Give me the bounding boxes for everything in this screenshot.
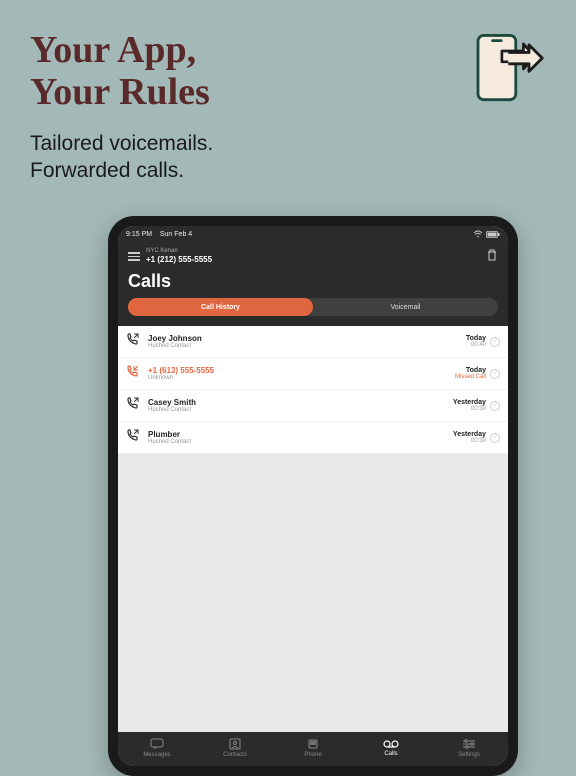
call-row[interactable]: +1 (613) 555-5555 Unknown Today Missed C… — [118, 358, 508, 390]
nav-messages[interactable]: Messages — [118, 738, 196, 758]
nav-contacts[interactable]: Contacts — [196, 738, 274, 758]
status-right — [473, 230, 500, 238]
call-name: Joey Johnson — [148, 334, 458, 343]
messages-icon — [150, 738, 164, 750]
battery-icon — [486, 231, 500, 238]
hero-sub-line2: Forwarded calls. — [30, 159, 184, 182]
nav-label: Settings — [458, 752, 480, 758]
nav-settings[interactable]: Settings — [430, 738, 508, 758]
call-row[interactable]: Plumber Hushed Contact Yesterday 00:30 i — [118, 422, 508, 454]
info-icon[interactable]: i — [490, 401, 500, 411]
page-title: Calls — [128, 271, 498, 292]
call-name: Casey Smith — [148, 398, 445, 407]
contacts-icon — [229, 738, 241, 750]
call-row[interactable]: Joey Johnson Hushed Contact Today 00:40 … — [118, 326, 508, 358]
call-date: Yesterday — [453, 431, 486, 438]
call-row[interactable]: Casey Smith Hushed Contact Yesterday 00:… — [118, 390, 508, 422]
tablet-screen: 9:15 PM Sun Feb 4 NYC Kenan +1 (212) 555… — [118, 226, 508, 766]
phone-forward-icon — [461, 26, 546, 116]
status-date: Sun Feb 4 — [160, 231, 192, 238]
nav-label: Messages — [143, 752, 170, 758]
tab-bar: Call History Voicemail — [128, 298, 498, 316]
nav-calls[interactable]: Calls — [352, 739, 430, 757]
nav-label: Contacts — [223, 752, 247, 758]
hero-title-line1: Your App, — [30, 29, 196, 71]
bottom-nav: Messages Contacts Phone Calls Settings — [118, 732, 508, 766]
hero-title-line2: Your Rules — [30, 71, 210, 113]
call-sub: Hushed Contact — [148, 343, 458, 349]
phone-icon — [307, 738, 319, 750]
outgoing-call-icon — [126, 332, 140, 351]
status-time: 9:15 PM — [126, 231, 152, 238]
call-duration: Missed Call — [455, 374, 486, 380]
hamburger-menu-icon[interactable] — [128, 252, 140, 261]
tablet-frame: 9:15 PM Sun Feb 4 NYC Kenan +1 (212) 555… — [108, 216, 518, 776]
outgoing-call-icon — [126, 428, 140, 447]
voicemail-icon — [383, 739, 399, 749]
call-sub: Hushed Contact — [148, 407, 445, 413]
tab-voicemail[interactable]: Voicemail — [313, 298, 498, 316]
call-date: Today — [466, 335, 486, 342]
wifi-icon — [473, 230, 483, 238]
empty-area — [118, 454, 508, 732]
info-icon[interactable]: i — [490, 337, 500, 347]
hero-subtitle: Tailored voicemails. Forwarded calls. — [30, 130, 546, 185]
trash-icon[interactable] — [486, 248, 498, 267]
tab-call-history[interactable]: Call History — [128, 298, 313, 316]
missed-call-icon — [126, 364, 140, 383]
call-date: Today — [455, 367, 486, 374]
call-sub: Unknown — [148, 375, 447, 381]
nav-label: Calls — [384, 751, 397, 757]
call-sub: Hushed Contact — [148, 439, 445, 445]
outgoing-call-icon — [126, 396, 140, 415]
call-duration: 00:40 — [466, 342, 486, 348]
call-duration: 00:30 — [453, 438, 486, 444]
status-bar: 9:15 PM Sun Feb 4 — [118, 226, 508, 242]
account-label: NYC Kenan — [146, 248, 212, 255]
nav-phone[interactable]: Phone — [274, 738, 352, 758]
account-number: +1 (212) 555-5555 — [146, 255, 212, 265]
info-icon[interactable]: i — [490, 433, 500, 443]
info-icon[interactable]: i — [490, 369, 500, 379]
nav-label: Phone — [304, 752, 321, 758]
call-name: Plumber — [148, 430, 445, 439]
account-info[interactable]: NYC Kenan +1 (212) 555-5555 — [146, 248, 212, 265]
status-left: 9:15 PM Sun Feb 4 — [126, 231, 192, 238]
hero-section: Your App, Your Rules Tailored voicemails… — [0, 0, 576, 204]
hero-sub-line1: Tailored voicemails. — [30, 132, 213, 155]
app-header: NYC Kenan +1 (212) 555-5555 Calls Call H… — [118, 242, 508, 326]
settings-icon — [462, 738, 476, 750]
call-date: Yesterday — [453, 399, 486, 406]
call-list: Joey Johnson Hushed Contact Today 00:40 … — [118, 326, 508, 454]
call-name: +1 (613) 555-5555 — [148, 366, 447, 375]
call-duration: 00:30 — [453, 406, 486, 412]
